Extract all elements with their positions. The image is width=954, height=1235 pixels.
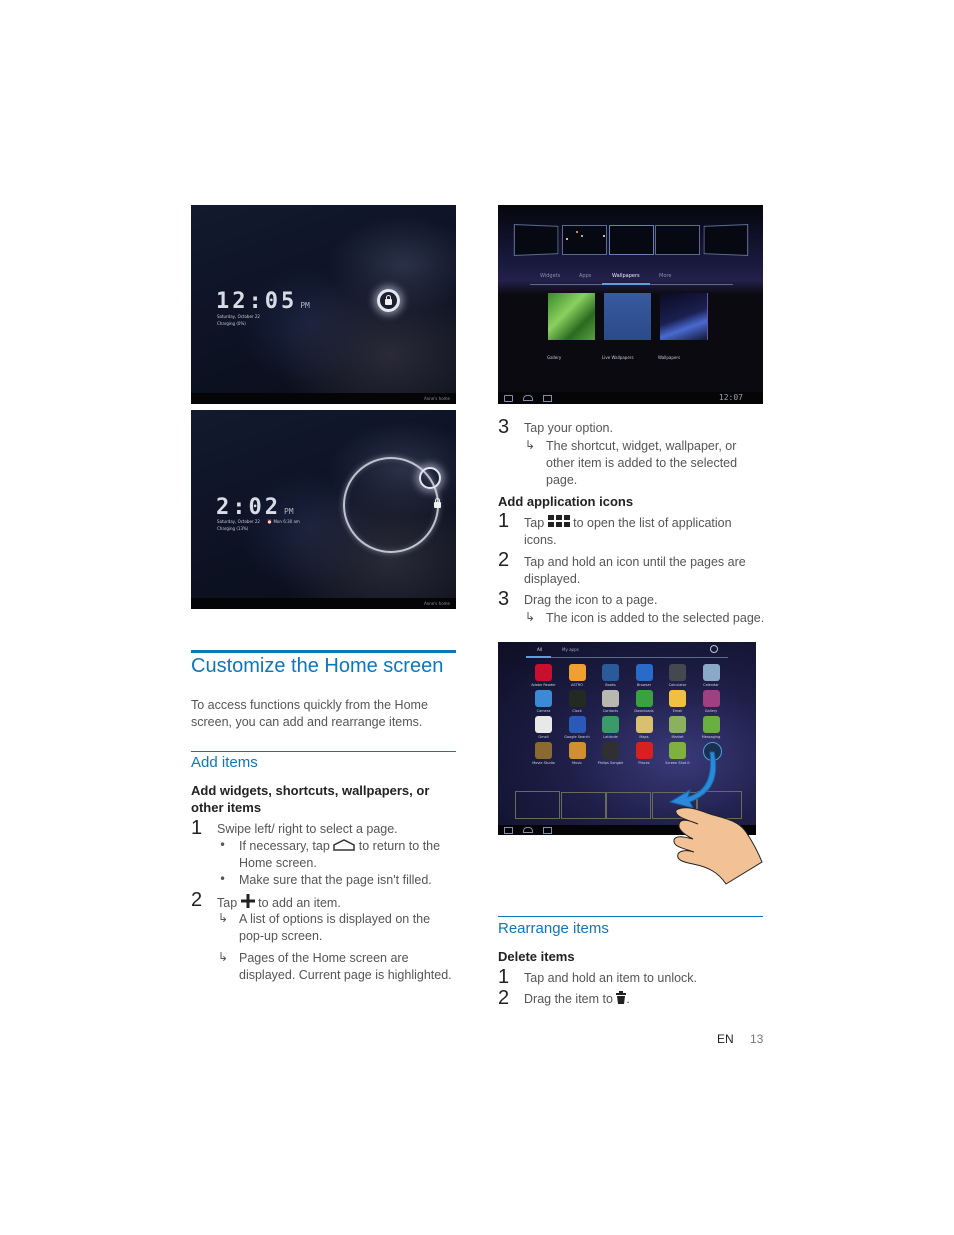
back-icon[interactable] — [504, 395, 513, 402]
picker-tabs: Widgets Apps Wallpapers More — [498, 267, 763, 287]
footer-language: EN — [717, 1032, 734, 1046]
step-text: Tap your option. — [524, 421, 613, 435]
drag-illustration — [668, 751, 763, 885]
result-arrow-icon: ↳ — [218, 950, 229, 964]
subsection-title-rearrange: Rearrange items — [498, 920, 609, 937]
tab-wallpapers[interactable]: Wallpapers — [612, 273, 640, 279]
result-arrow-icon: ↳ — [218, 911, 229, 925]
home-icon[interactable] — [523, 395, 533, 401]
section-rule — [191, 650, 456, 653]
step-number: 2 — [498, 987, 510, 1009]
step-number: 2 — [498, 549, 510, 571]
alarm-icon: ⏰ — [267, 519, 273, 524]
bullet-text: If necessary, tap to return to the Home … — [239, 838, 449, 872]
apps-grid-icon — [547, 515, 570, 527]
lock-charging: Charging (0%) — [217, 321, 246, 326]
wallpaper-option-label: Gallery — [547, 355, 562, 360]
drag-arrow-icon — [668, 751, 717, 809]
result-text: The icon is added to the selected page. — [546, 611, 765, 625]
step-text: Drag the icon to a page. — [524, 593, 658, 607]
subheading-delete-items: Delete items — [498, 949, 575, 964]
step-text: Tap to add an item. — [217, 894, 341, 912]
step-text-before: Tap — [524, 516, 545, 530]
status-bar: Anne's home — [191, 393, 456, 404]
lock-icon — [434, 498, 441, 508]
lock-clock: 2:02 PM — [216, 495, 294, 520]
step-number: 3 — [498, 588, 510, 610]
page-number: 13 — [750, 1032, 764, 1046]
result-arrow-icon: ↳ — [525, 610, 536, 624]
hand-icon — [673, 807, 763, 885]
recent-apps-icon[interactable] — [543, 395, 552, 402]
clock-time: 2:02 — [216, 495, 281, 520]
step-text: Tap and hold an item to unlock. — [524, 971, 698, 985]
tab-more[interactable]: More — [659, 273, 671, 279]
wallpaper-option-label: Wallpapers — [658, 355, 681, 360]
status-bar: Anne's home — [191, 598, 456, 609]
lock-date: Saturday, October 22 ⏰ Mon 6:30 am — [217, 519, 300, 525]
trash-icon — [616, 991, 627, 1004]
subheading-add-widgets: Add widgets, shortcuts, wallpapers, or o… — [191, 783, 430, 815]
step-number: 1 — [498, 966, 510, 988]
unlock-handle[interactable] — [419, 467, 441, 489]
wallpaper-picker-screenshot: Widgets Apps Wallpapers More Gallery Liv… — [498, 205, 763, 404]
wallpaper-option-label: Live Wallpapers — [602, 355, 634, 360]
bullet: • — [219, 872, 227, 886]
lock-charging: Charging (13%) — [217, 526, 249, 531]
unlock-handle[interactable] — [377, 289, 400, 312]
tab-apps[interactable]: Apps — [579, 273, 591, 279]
bullet-text: Make sure that the page isn't filled. — [239, 873, 432, 887]
step-text-before: Tap — [217, 896, 238, 910]
lock-date: Saturday, October 22 — [217, 314, 260, 319]
lock-screen-screenshot-2: 2:02 PM Saturday, October 22 ⏰ Mon 6:30 a… — [191, 410, 456, 609]
subsection-title-add-items: Add items — [191, 754, 258, 771]
section-title: Customize the Home screen — [191, 655, 444, 677]
step-text-before: Drag the item to — [524, 992, 613, 1006]
wallpaper-option-live[interactable] — [604, 293, 651, 340]
system-clock: 12:07 — [718, 393, 743, 402]
wallpaper-option-gallery[interactable] — [548, 293, 595, 340]
step-number: 1 — [191, 817, 203, 839]
tab-widgets[interactable]: Widgets — [540, 273, 560, 279]
plus-icon — [240, 894, 255, 908]
step-text: Tap to open the list of application icon… — [524, 515, 749, 549]
status-text: Anne's home — [423, 396, 450, 401]
bullet: • — [219, 838, 227, 852]
result-text: The shortcut, widget, wallpaper, or othe… — [546, 439, 738, 487]
clock-ampm: PM — [283, 507, 294, 516]
step-text-after: to add an item. — [258, 896, 341, 910]
subsection-rule — [191, 751, 456, 752]
step-text: Tap and hold an icon until the pages are… — [524, 555, 746, 586]
result-text: A list of options is displayed on the po… — [239, 912, 431, 943]
home-page-thumb-current[interactable] — [609, 225, 654, 255]
step-number: 1 — [498, 510, 510, 532]
home-page-thumb[interactable] — [513, 223, 559, 257]
step-text: Swipe left/ right to select a page. — [217, 822, 398, 836]
lock-icon — [385, 295, 392, 305]
system-bar: 12:07 — [498, 392, 763, 404]
step-number: 3 — [498, 416, 510, 438]
lock-screen-screenshot-1: 12:05 PM Saturday, October 22 Charging (0… — [191, 205, 456, 404]
active-tab-indicator — [602, 283, 650, 285]
step-text-after: . — [626, 992, 630, 1006]
status-text: Anne's home — [423, 601, 450, 606]
result-arrow-icon: ↳ — [525, 438, 536, 452]
result-text: Pages of the Home screen are displayed. … — [239, 951, 452, 982]
subsection-rule — [498, 916, 763, 917]
lock-clock: 12:05 PM — [216, 289, 310, 314]
clock-ampm: PM — [300, 301, 310, 310]
clock-time: 12:05 — [216, 289, 298, 314]
step-number: 2 — [191, 889, 203, 911]
home-icon — [333, 839, 356, 851]
bullet-text-before: If necessary, tap — [239, 839, 330, 853]
home-page-thumb[interactable] — [703, 223, 749, 257]
date-text: Saturday, October 22 — [217, 519, 260, 524]
intro-text: To access functions quickly from the Hom… — [191, 698, 428, 729]
alarm-text: Mon 6:30 am — [273, 519, 300, 524]
home-page-thumb[interactable] — [562, 225, 607, 255]
step-text: Drag the item to . — [524, 991, 630, 1008]
home-page-thumb[interactable] — [655, 225, 700, 255]
subheading-add-app-icons: Add application icons — [498, 494, 634, 509]
wallpaper-option-wallpapers[interactable] — [660, 293, 708, 340]
